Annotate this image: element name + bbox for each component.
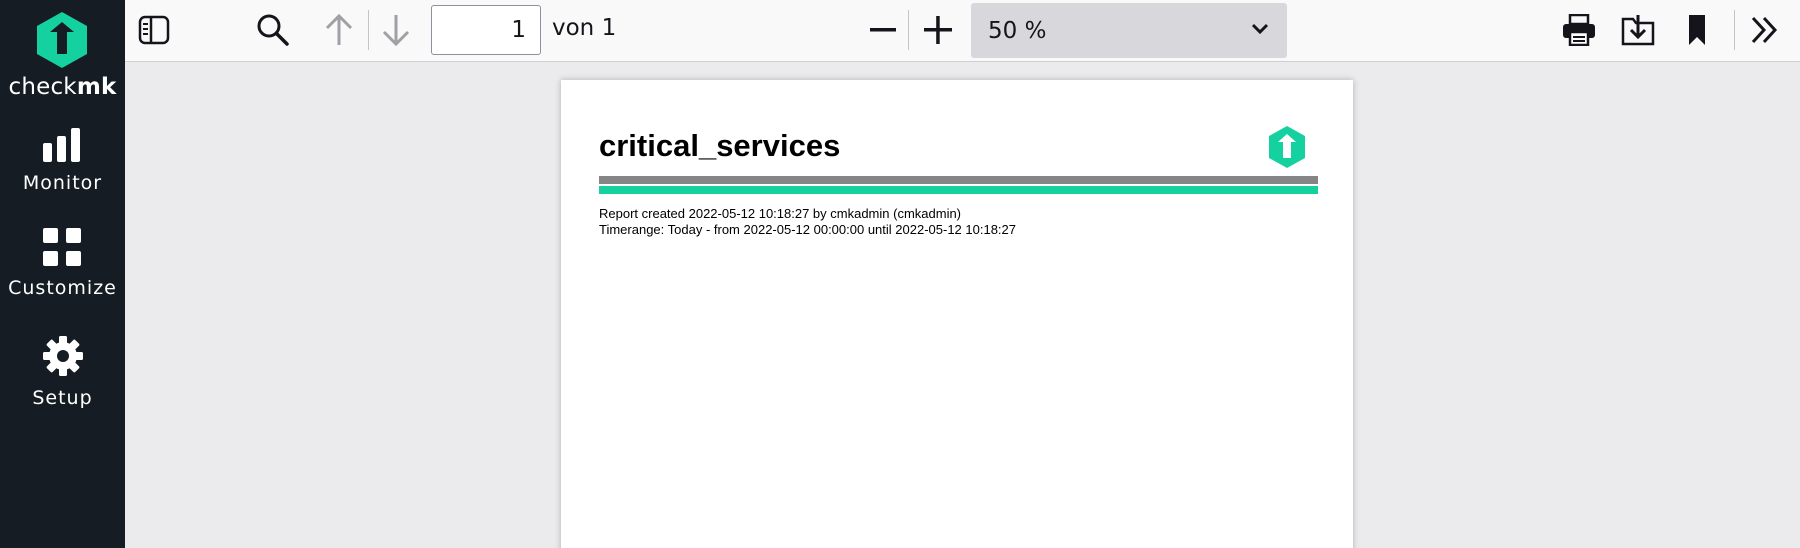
print-icon: [1563, 14, 1595, 46]
pdf-toolbar: von 1 50 %: [125, 0, 1800, 62]
sidebar-item-setup[interactable]: Setup: [32, 335, 92, 409]
toolbar-separator: [1734, 10, 1735, 50]
logo-text: checkmk: [8, 74, 117, 100]
plus-icon: [924, 16, 952, 44]
sidebar-toggle-button[interactable]: [137, 13, 171, 47]
report-title: critical_services: [599, 128, 841, 163]
report-created-line: Report created 2022-05-12 10:18:27 by cm…: [599, 206, 962, 221]
minus-icon: [870, 28, 896, 32]
grid-icon: [43, 228, 82, 266]
sidebar-item-label: Customize: [8, 277, 117, 299]
bookmark-icon: [1689, 15, 1705, 45]
zoom-value: 50 %: [988, 18, 1047, 44]
zoom-in-button[interactable]: [920, 12, 956, 48]
next-page-button[interactable]: [378, 12, 414, 48]
checkmk-logo-icon: [37, 12, 88, 68]
checkmk-logo[interactable]: checkmk: [8, 10, 116, 100]
pdf-page: critical_services Report created 2022-05…: [561, 80, 1353, 548]
search-button[interactable]: [255, 12, 291, 48]
sidebar-item-label: Setup: [32, 387, 93, 409]
search-icon: [257, 14, 289, 46]
sidebar-item-customize[interactable]: Customize: [8, 227, 117, 299]
tools-button[interactable]: [1747, 12, 1783, 48]
sidebar-item-monitor[interactable]: Monitor: [23, 126, 102, 194]
page-count-label: von 1: [552, 15, 617, 41]
sidebar-item-label: Monitor: [22, 172, 103, 194]
zoom-out-button[interactable]: [865, 12, 901, 48]
report-timerange-line: Timerange: Today - from 2022-05-12 00:00…: [599, 222, 1016, 237]
download-icon: [1621, 15, 1655, 46]
checkmk-report-logo-icon: [1269, 126, 1305, 168]
arrow-up-icon: [325, 13, 353, 45]
toolbar-separator: [908, 10, 909, 50]
bar-chart-icon: [43, 128, 81, 162]
previous-page-button[interactable]: [321, 12, 357, 48]
header-divider-green: [599, 186, 1318, 194]
toolbar-separator: [368, 10, 369, 50]
zoom-select[interactable]: 50 %: [971, 3, 1287, 58]
sidebar: checkmk Monitor Customize Setup: [0, 0, 125, 548]
sidebar-toggle-icon: [138, 15, 170, 45]
bookmark-button[interactable]: [1679, 12, 1715, 48]
header-divider-gray: [599, 176, 1318, 184]
double-chevron-right-icon: [1751, 16, 1778, 44]
save-button[interactable]: [1620, 12, 1656, 48]
print-button[interactable]: [1561, 12, 1597, 48]
page-number-input[interactable]: [431, 5, 541, 55]
chevron-down-icon: [1251, 23, 1269, 35]
gear-icon: [42, 336, 83, 376]
arrow-down-icon: [382, 15, 410, 47]
